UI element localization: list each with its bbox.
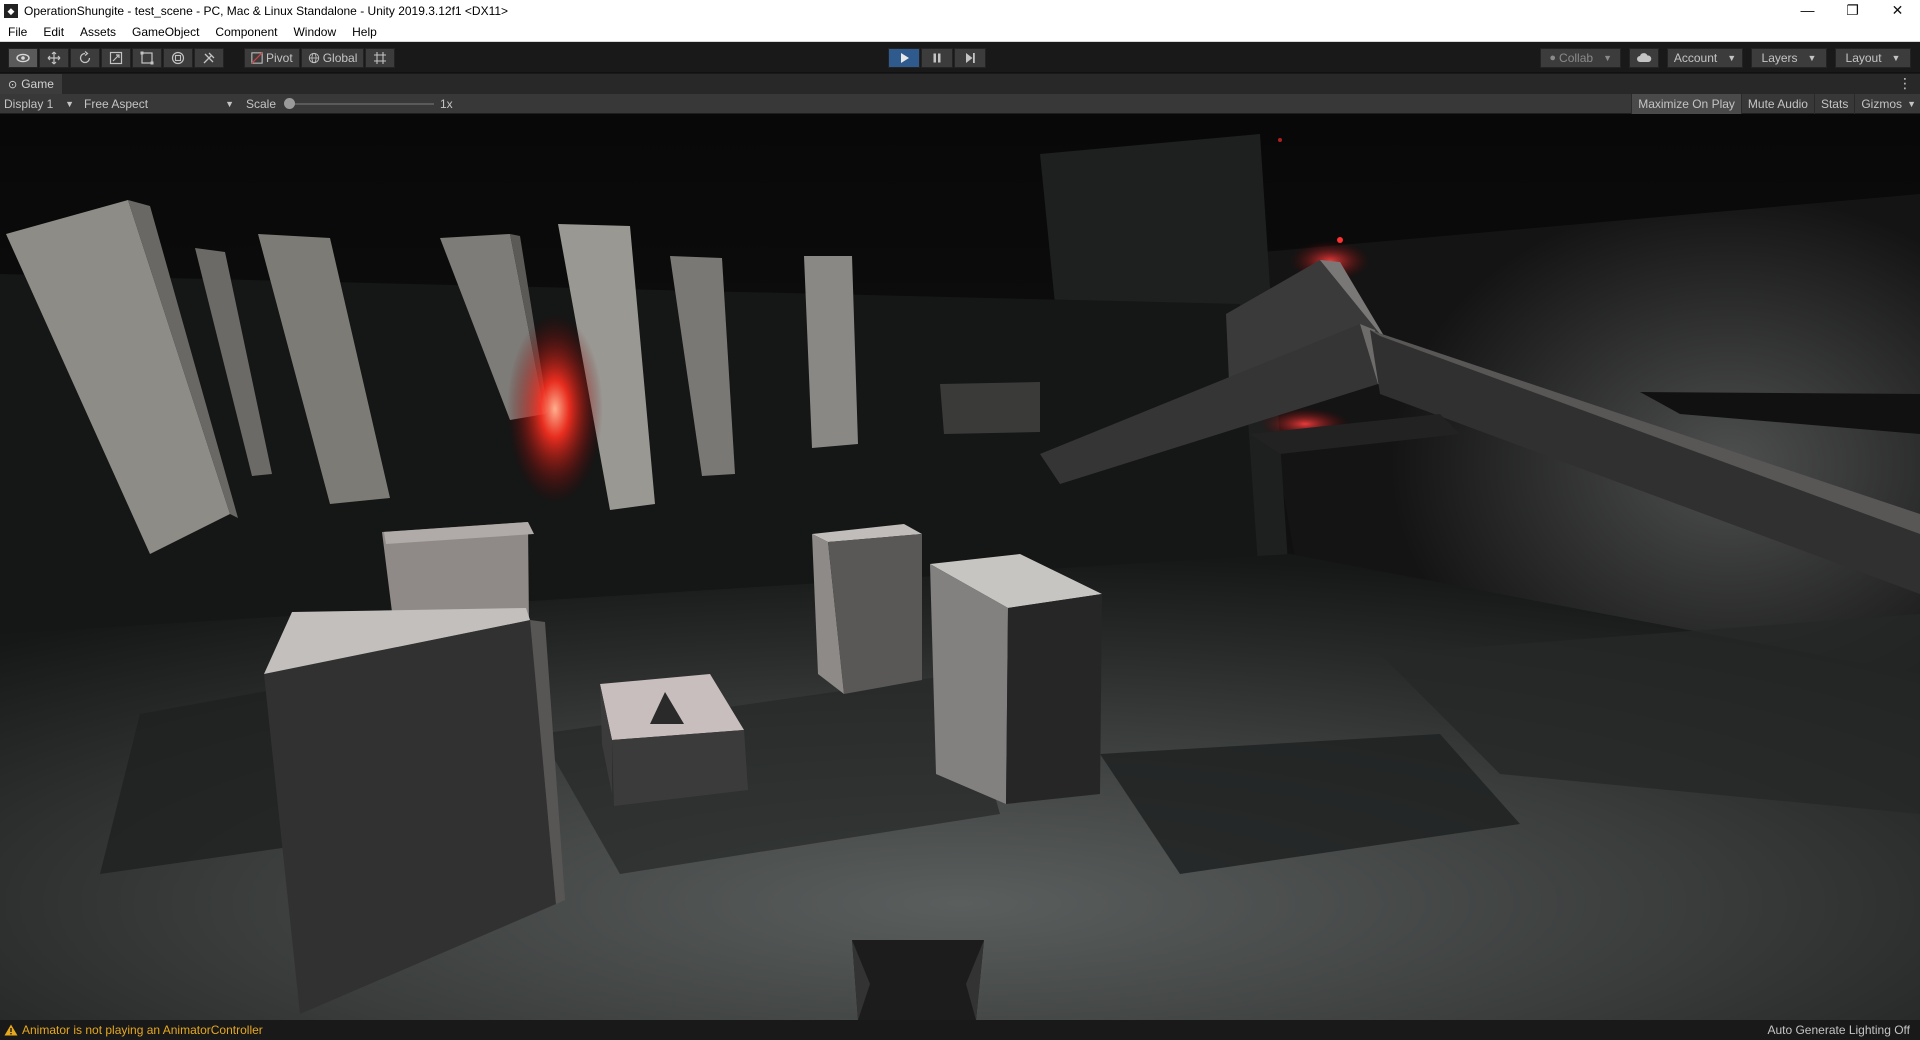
aspect-label: Free Aspect [84, 97, 149, 111]
game-controller-icon: ⊙ [8, 78, 18, 91]
pause-icon [933, 53, 941, 63]
globe-icon [308, 52, 319, 64]
game-viewport[interactable] [0, 114, 1920, 1020]
play-button[interactable] [888, 48, 920, 68]
main-toolbar: Pivot Global ● Collab ▼ Account ▼ Layers… [0, 43, 1920, 73]
menu-component[interactable]: Component [207, 22, 285, 42]
rect-tool-icon[interactable] [132, 48, 162, 68]
game-tab-bar: ⊙ Game ⋮ [0, 74, 1920, 94]
chevron-down-icon: ▼ [65, 99, 74, 109]
grid-snap-icon [374, 52, 387, 64]
account-controls: ● Collab ▼ Account ▼ Layers ▼ Layout ▼ [1540, 48, 1912, 68]
unity-logo-icon: ◆ [4, 4, 18, 18]
status-bar: Animator is not playing an AnimatorContr… [0, 1020, 1920, 1040]
layers-dropdown[interactable]: Layers ▼ [1751, 48, 1827, 68]
tab-game[interactable]: ⊙ Game [0, 74, 62, 94]
lighting-status: Auto Generate Lighting Off [1767, 1023, 1910, 1037]
scale-slider-track[interactable] [288, 103, 434, 105]
display-dropdown[interactable]: Display 1 ▼ [4, 94, 78, 114]
window-title: OperationShungite - test_scene - PC, Mac… [24, 4, 509, 18]
menu-bar: File Edit Assets GameObject Component Wi… [0, 22, 1920, 42]
scale-tool-icon[interactable] [101, 48, 131, 68]
handle-toggles: Pivot Global [244, 48, 396, 68]
menu-help[interactable]: Help [344, 22, 385, 42]
pause-button[interactable] [921, 48, 953, 68]
close-button[interactable]: ✕ [1875, 0, 1920, 22]
layers-label: Layers [1761, 51, 1798, 65]
collab-dropdown[interactable]: ● Collab ▼ [1540, 48, 1621, 68]
play-icon [901, 53, 909, 63]
warning-text: Animator is not playing an AnimatorContr… [22, 1023, 263, 1037]
pivot-icon [251, 52, 263, 64]
chevron-down-icon: ▼ [1727, 53, 1737, 63]
more-options-icon[interactable]: ⋮ [1898, 74, 1912, 92]
chevron-down-icon: ▼ [225, 99, 234, 109]
custom-tool-icon[interactable] [194, 48, 224, 68]
stats-toggle[interactable]: Stats [1813, 94, 1854, 114]
display-label: Display 1 [4, 97, 54, 111]
tab-game-label: Game [21, 77, 54, 91]
move-tool-icon[interactable] [39, 48, 69, 68]
game-view-options: Maximize On Play Mute Audio Stats Gizmos… [1631, 94, 1920, 114]
scale-value: 1x [440, 97, 453, 111]
rotate-tool-icon[interactable] [70, 48, 100, 68]
scale-label: Scale [246, 97, 277, 111]
grid-snap-button[interactable] [365, 48, 396, 68]
layout-label: Layout [1845, 51, 1882, 65]
cloud-icon [1637, 53, 1652, 62]
account-dropdown[interactable]: Account ▼ [1667, 48, 1743, 68]
menu-file[interactable]: File [0, 22, 35, 42]
chevron-down-icon: ▼ [1907, 99, 1916, 109]
menu-window[interactable]: Window [285, 22, 344, 42]
global-toggle[interactable]: Global [300, 48, 365, 68]
chevron-down-icon: ▼ [1603, 53, 1612, 63]
scale-control: Scale 1x [246, 94, 453, 114]
console-warning[interactable]: Animator is not playing an AnimatorContr… [4, 1023, 263, 1037]
pivot-toggle[interactable]: Pivot [244, 48, 300, 68]
transform-tool-icon[interactable] [163, 48, 193, 68]
global-label: Global [322, 51, 358, 65]
account-label: Account [1673, 51, 1718, 65]
title-bar: ◆ OperationShungite - test_scene - PC, M… [0, 0, 1920, 22]
gizmos-label: Gizmos [1861, 97, 1902, 111]
transform-tools [8, 48, 225, 68]
restore-button[interactable]: ❐ [1830, 0, 1875, 22]
collab-label: Collab [1559, 51, 1594, 65]
aspect-dropdown[interactable]: Free Aspect ▼ [84, 94, 238, 114]
menu-gameobject[interactable]: GameObject [124, 22, 207, 42]
warning-icon [4, 1024, 18, 1036]
scale-slider-handle[interactable] [284, 98, 295, 109]
pivot-label: Pivot [266, 51, 293, 65]
window-controls: — ❐ ✕ [1785, 0, 1920, 22]
cloud-button[interactable] [1629, 48, 1659, 68]
game-view-toolbar: Display 1 ▼ Free Aspect ▼ Scale 1x Maxim… [0, 94, 1920, 114]
menu-assets[interactable]: Assets [72, 22, 124, 42]
chevron-down-icon: ▼ [1891, 53, 1901, 63]
step-button[interactable] [954, 48, 986, 68]
collab-check-icon: ● [1549, 52, 1557, 64]
game-render [0, 114, 1920, 1020]
gizmos-dropdown[interactable]: Gizmos ▼ [1854, 94, 1920, 114]
chevron-down-icon: ▼ [1807, 53, 1817, 63]
step-icon [966, 53, 975, 63]
mute-audio-toggle[interactable]: Mute Audio [1740, 94, 1814, 114]
maximize-on-play-toggle[interactable]: Maximize On Play [1631, 94, 1741, 114]
hand-tool-icon[interactable] [8, 48, 38, 68]
layout-dropdown[interactable]: Layout ▼ [1835, 48, 1911, 68]
play-controls [888, 48, 987, 68]
menu-edit[interactable]: Edit [35, 22, 72, 42]
minimize-button[interactable]: — [1785, 0, 1830, 22]
